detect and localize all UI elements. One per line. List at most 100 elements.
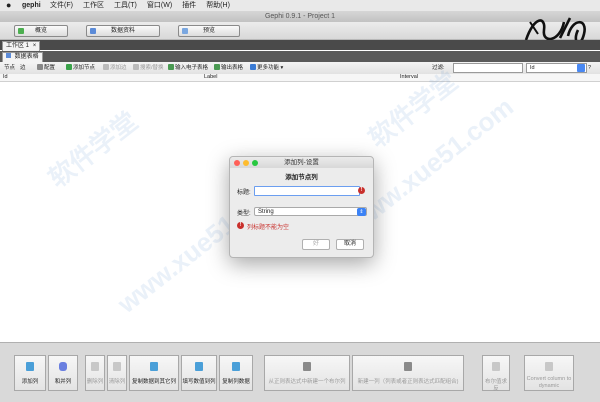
error-icon: ! <box>237 222 244 229</box>
overview-label: 概览 <box>34 28 47 34</box>
copy-data-to-column-label: 复制数据到其它列 <box>131 379 176 385</box>
export-table-button[interactable]: 输出表格 <box>214 64 243 72</box>
merge-columns-button[interactable]: 和并列 <box>48 355 78 391</box>
title-label: 标题: <box>237 190 251 196</box>
regex-match-column-button[interactable]: 新建一列（列表或者正则表达式匹配组合) <box>352 355 464 391</box>
search-replace-button[interactable]: 搜索/替换 <box>133 64 164 72</box>
cancel-button[interactable]: 取消 <box>336 239 364 250</box>
filter-input[interactable] <box>453 63 523 73</box>
chevron-down-icon <box>577 64 585 72</box>
delete-column-icon <box>91 362 99 371</box>
spreadsheet-icon <box>168 64 174 70</box>
delete-column-button[interactable]: 删除列 <box>85 355 105 391</box>
tab-workspace-label: 工作区 1 <box>6 43 30 49</box>
table-icon <box>6 53 11 58</box>
preview-button[interactable]: 预览 <box>178 25 240 37</box>
config-label: 配置 <box>44 65 56 71</box>
duplicate-column-button[interactable]: 复制列数据 <box>219 355 253 391</box>
data-tabs: 数据表格 <box>0 51 600 62</box>
table-icon <box>90 28 96 34</box>
dialog-titlebar: 添加列-设置 <box>230 157 373 168</box>
minimize-window-icon[interactable] <box>243 160 249 166</box>
workspace-tabs: 工作区 1 × <box>0 40 600 51</box>
negate-boolean-label: 布尔值求反 <box>484 379 507 392</box>
ok-button[interactable]: 好 <box>302 239 330 250</box>
type-label: 类型: <box>237 211 251 217</box>
dialog-title: 添加列-设置 <box>284 159 319 166</box>
convert-dynamic-button[interactable]: Convert column to dynamic <box>524 355 574 391</box>
regex-boolean-column-label: 从正则表达式中新建一个布尔列 <box>268 379 346 385</box>
convert-icon <box>545 362 553 371</box>
preview-icon <box>182 28 188 34</box>
zoom-window-icon[interactable] <box>252 160 258 166</box>
overview-button[interactable]: 概览 <box>14 25 68 37</box>
menu-file[interactable]: 文件(F) <box>50 0 73 11</box>
import-spreadsheet-button[interactable]: 输入电子表格 <box>168 64 208 72</box>
column-header-interval[interactable]: Interval <box>400 74 418 81</box>
window-titlebar: Gephi 0.9.1 - Project 1 <box>0 11 600 22</box>
filter-column-select[interactable]: Id <box>526 63 587 73</box>
search-icon <box>133 64 139 70</box>
add-column-button[interactable]: 添加列 <box>14 355 46 391</box>
table-header: Id Label Interval <box>0 74 600 82</box>
close-icon[interactable]: × <box>33 43 37 49</box>
clear-column-button[interactable]: 清除列 <box>107 355 127 391</box>
more-actions-button[interactable]: 更多功能 ▾ <box>250 64 283 72</box>
close-window-icon[interactable] <box>234 160 240 166</box>
export-table-label: 输出表格 <box>221 65 244 71</box>
convert-dynamic-label: Convert column to dynamic <box>526 376 572 389</box>
duplicate-icon <box>232 362 240 371</box>
duplicate-column-label: 复制列数据 <box>222 379 250 385</box>
regex-match-column-label: 新建一列（列表或者正则表达式匹配组合) <box>357 379 459 385</box>
clear-column-icon <box>113 362 121 371</box>
import-spreadsheet-label: 输入电子表格 <box>175 65 209 71</box>
dialog-heading: 添加节点列 <box>285 174 318 181</box>
data-laboratory-label: 数据资料 <box>110 28 135 34</box>
menu-items: 文件(F) 工作区 工具(T) 窗口(W) 插件 帮助(H) <box>50 0 230 11</box>
delete-column-label: 删除列 <box>86 379 104 385</box>
tab-data-table-label: 数据表格 <box>14 54 39 60</box>
edges-toggle[interactable]: 边 <box>20 64 26 72</box>
copy-data-to-column-button[interactable]: 复制数据到其它列 <box>129 355 179 391</box>
negate-icon <box>492 362 500 371</box>
more-actions-label: 更多功能 <box>257 65 280 71</box>
clear-column-label: 清除列 <box>108 379 126 385</box>
regex-icon <box>404 362 412 371</box>
negate-boolean-button[interactable]: 布尔值求反 <box>482 355 510 392</box>
fill-column-label: 填写数值到列 <box>182 379 216 385</box>
regex-boolean-column-button[interactable]: 从正则表达式中新建一个布尔列 <box>264 355 350 391</box>
fill-column-button[interactable]: 填写数值到列 <box>181 355 217 391</box>
gear-icon <box>37 64 43 70</box>
nodes-toggle[interactable]: 节点 <box>4 64 15 72</box>
help-icon[interactable]: ? <box>588 64 591 72</box>
merge-icon <box>59 362 67 371</box>
add-edge-button[interactable]: 添加边 <box>103 64 127 72</box>
add-node-label: 添加节点 <box>73 65 96 71</box>
tab-workspace-1[interactable]: 工作区 1 × <box>2 41 41 51</box>
column-type-select[interactable]: String ⇕ <box>254 207 367 216</box>
window-title: Gephi 0.9.1 - Project 1 <box>264 13 336 20</box>
copy-icon <box>150 362 158 371</box>
data-laboratory-button[interactable]: 数据资料 <box>86 25 160 37</box>
app-menu[interactable]: gephi <box>22 0 41 11</box>
menu-workspace[interactable]: 工作区 <box>83 0 104 11</box>
config-button[interactable]: 配置 <box>37 64 55 72</box>
add-node-button[interactable]: 添加节点 <box>66 64 95 72</box>
menu-window[interactable]: 窗口(W) <box>147 0 172 11</box>
tab-data-table[interactable]: 数据表格 <box>2 52 43 62</box>
menu-tools[interactable]: 工具(T) <box>114 0 137 11</box>
column-title-input[interactable] <box>254 186 360 196</box>
menu-help[interactable]: 帮助(H) <box>206 0 230 11</box>
column-header-id[interactable]: Id <box>3 74 8 81</box>
overview-icon <box>18 28 24 34</box>
export-icon <box>214 64 220 70</box>
chevron-updown-icon: ⇕ <box>357 208 366 216</box>
column-header-label[interactable]: Label <box>204 74 217 81</box>
regex-icon <box>303 362 311 371</box>
add-column-icon <box>26 362 34 371</box>
column-type-value: String <box>258 209 274 215</box>
apple-icon[interactable]: ● <box>6 0 11 11</box>
menu-plugins[interactable]: 插件 <box>182 0 196 11</box>
plus-icon <box>103 64 109 70</box>
chevron-down-icon: ▾ <box>279 65 284 71</box>
